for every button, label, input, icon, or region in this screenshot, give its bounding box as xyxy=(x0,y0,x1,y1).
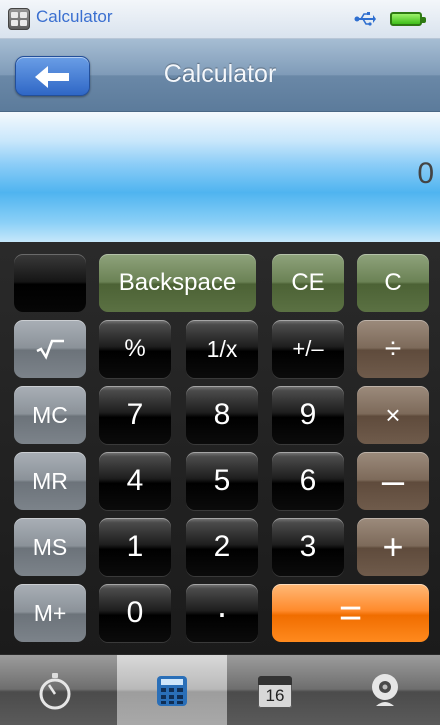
backspace-button[interactable]: Backspace xyxy=(99,254,256,312)
calculator-icon xyxy=(157,675,187,706)
memory-clear-button[interactable]: MC xyxy=(14,386,86,444)
calculator-screen: Calculator Calculator 0 Backspace CE C %… xyxy=(0,0,440,725)
digit-7-button[interactable]: 7 xyxy=(99,386,171,444)
calculator-display: 0 xyxy=(0,112,440,242)
calculator-app-icon xyxy=(8,8,30,30)
tab-bar: 16 xyxy=(0,654,440,725)
clear-button[interactable]: C xyxy=(357,254,429,312)
divide-button[interactable]: ÷ xyxy=(357,320,429,378)
memory-store-button[interactable]: MS xyxy=(14,518,86,576)
webcam-icon xyxy=(372,673,398,706)
header-bar: Calculator xyxy=(0,39,440,112)
percent-button[interactable]: % xyxy=(99,320,171,378)
battery-icon xyxy=(390,12,426,26)
status-bar: Calculator xyxy=(0,0,440,39)
status-app-title: Calculator xyxy=(36,7,113,26)
memory-recall-button[interactable]: MR xyxy=(14,452,86,510)
keypad: Backspace CE C % 1/x +/– ÷ MC 7 8 9 × MR… xyxy=(0,242,440,654)
digit-8-button[interactable]: 8 xyxy=(186,386,258,444)
tab-webcam[interactable] xyxy=(330,655,440,725)
clear-entry-button[interactable]: CE xyxy=(272,254,344,312)
digit-0-button[interactable]: 0 xyxy=(99,584,171,642)
plus-button[interactable]: + xyxy=(357,518,429,576)
calendar-date: 16 xyxy=(265,685,285,705)
tab-calculator[interactable] xyxy=(117,655,227,725)
calendar-icon: 16 xyxy=(258,674,292,708)
digit-4-button[interactable]: 4 xyxy=(99,452,171,510)
blank-key[interactable] xyxy=(14,254,86,312)
multiply-button[interactable]: × xyxy=(357,386,429,444)
digit-6-button[interactable]: 6 xyxy=(272,452,344,510)
digit-5-button[interactable]: 5 xyxy=(186,452,258,510)
decimal-point-button[interactable]: · xyxy=(186,584,258,642)
digit-2-button[interactable]: 2 xyxy=(186,518,258,576)
equals-button[interactable]: = xyxy=(272,584,429,642)
stopwatch-icon xyxy=(39,672,71,709)
reciprocal-button[interactable]: 1/x xyxy=(186,320,258,378)
page-title: Calculator xyxy=(163,60,277,88)
square-root-icon xyxy=(36,339,64,360)
minus-button[interactable]: – xyxy=(357,452,429,510)
display-value: 0 xyxy=(417,157,434,190)
tab-stopwatch[interactable] xyxy=(0,655,110,725)
digit-1-button[interactable]: 1 xyxy=(99,518,171,576)
square-root-button[interactable] xyxy=(14,320,86,378)
tab-calendar[interactable]: 16 xyxy=(220,655,330,725)
memory-add-button[interactable]: M+ xyxy=(14,584,86,642)
digit-9-button[interactable]: 9 xyxy=(272,386,344,444)
plus-minus-button[interactable]: +/– xyxy=(272,320,344,378)
digit-3-button[interactable]: 3 xyxy=(272,518,344,576)
usb-icon xyxy=(354,12,376,26)
